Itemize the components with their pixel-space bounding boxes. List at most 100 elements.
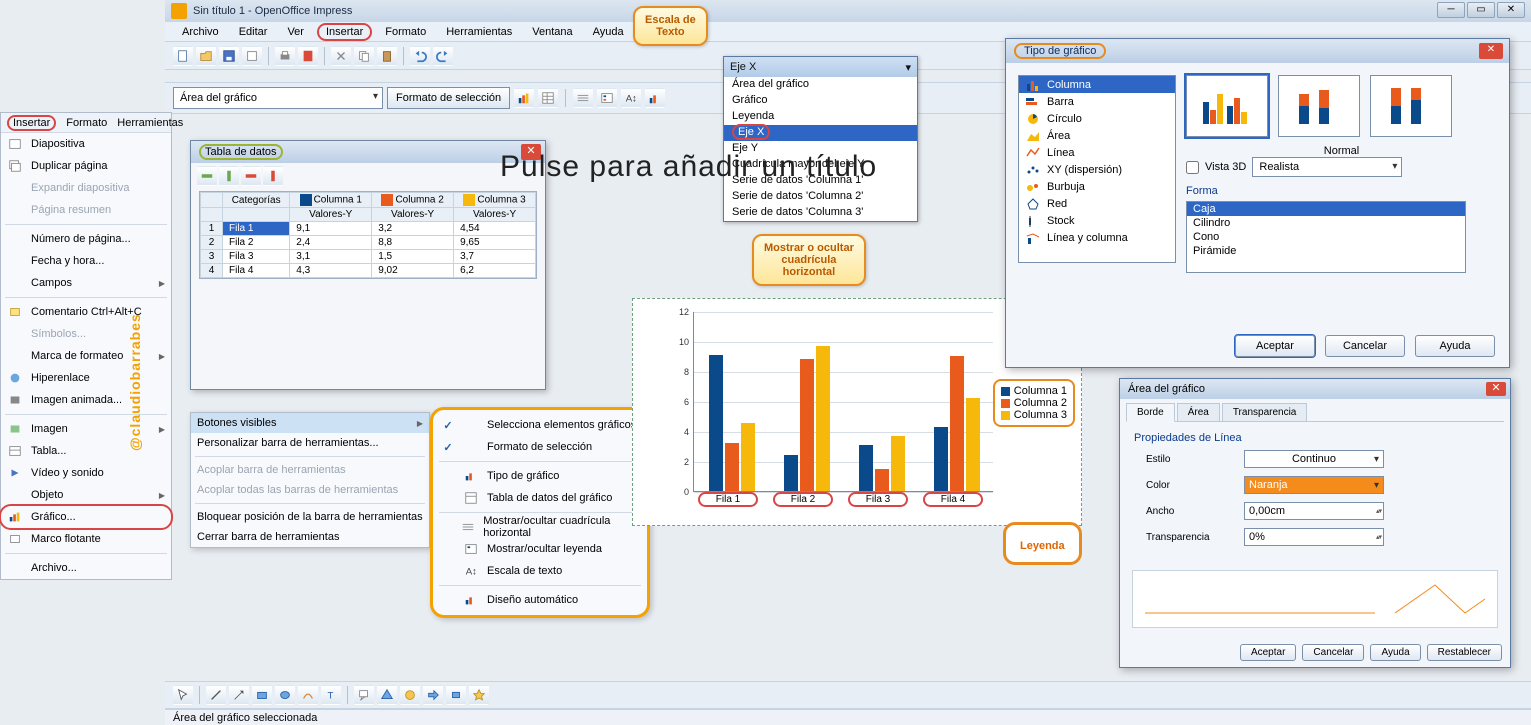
chart-type-icon[interactable] — [514, 88, 534, 108]
open-icon[interactable] — [196, 46, 216, 66]
subtype-normal[interactable] — [1186, 75, 1268, 137]
symbol-shapes-icon[interactable] — [400, 685, 420, 705]
context-menu-item[interactable]: Personalizar barra de herramientas... — [191, 433, 429, 453]
chart-type-item[interactable]: Columna — [1019, 76, 1175, 93]
chart-type-item[interactable]: Área — [1019, 127, 1175, 144]
menu-ventana[interactable]: Ventana — [525, 25, 579, 39]
ayuda-button[interactable]: Ayuda — [1415, 335, 1495, 357]
submenu-item[interactable]: Mostrar/ocultar leyenda — [433, 538, 647, 560]
close-button[interactable]: ✕ — [1497, 2, 1525, 18]
menu-formato[interactable]: Formato — [378, 25, 433, 39]
select-icon[interactable] — [173, 685, 193, 705]
restablecer-button[interactable]: Restablecer — [1427, 644, 1502, 661]
chart-type-list[interactable]: ColumnaBarraCírculoÁreaLíneaXY (dispersi… — [1018, 75, 1176, 263]
rect-icon[interactable] — [252, 685, 272, 705]
aceptar-button[interactable]: Aceptar — [1235, 335, 1315, 357]
chart-legend[interactable]: Columna 1Columna 2Columna 3 — [993, 379, 1075, 427]
close-icon[interactable]: ✕ — [1486, 382, 1506, 396]
insert-tab[interactable]: Insertar — [7, 115, 56, 131]
insert-row-icon[interactable] — [197, 166, 217, 186]
insert-menu-item[interactable]: Fecha y hora... — [1, 250, 171, 272]
insert-menu-item[interactable]: Marca de formateo▶ — [1, 345, 171, 367]
redo-icon[interactable] — [433, 46, 453, 66]
close-icon[interactable]: ✕ — [1479, 43, 1503, 59]
subtype-percent[interactable] — [1370, 75, 1452, 137]
submenu-item[interactable]: Mostrar/ocultar cuadrícula horizontal — [433, 516, 647, 538]
tab-borde[interactable]: Borde — [1126, 403, 1175, 422]
submenu-item[interactable]: Tipo de gráfico — [433, 465, 647, 487]
block-arrows-icon[interactable] — [423, 685, 443, 705]
insert-menu-item[interactable]: Archivo... — [1, 557, 171, 579]
insert-menu-item[interactable]: Hiperenlace — [1, 367, 171, 389]
dropdown-item-selected[interactable]: Eje X — [724, 125, 917, 141]
submenu-item[interactable]: A↕Escala de texto — [433, 560, 647, 582]
insert-menu-item[interactable]: Marco flotante — [1, 528, 171, 550]
insert-col-icon[interactable] — [219, 166, 239, 186]
insert-menu-item[interactable]: Campos▶ — [1, 272, 171, 294]
context-menu-item[interactable]: Cerrar barra de herramientas — [191, 527, 429, 547]
formato-tab[interactable]: Formato — [66, 117, 107, 129]
shape-item[interactable]: Pirámide — [1187, 244, 1465, 258]
chart-type-item[interactable]: Círculo — [1019, 110, 1175, 127]
cut-icon[interactable] — [331, 46, 351, 66]
subtype-stacked[interactable] — [1278, 75, 1360, 137]
text-icon[interactable]: T — [321, 685, 341, 705]
vista-3d-checkbox[interactable] — [1186, 161, 1199, 174]
grid-h-icon[interactable] — [573, 88, 593, 108]
color-combo[interactable]: Naranja — [1244, 476, 1384, 494]
insert-menu-item[interactable]: Imagen▶ — [1, 418, 171, 440]
save-icon[interactable] — [219, 46, 239, 66]
shape-item[interactable]: Caja — [1187, 202, 1465, 216]
ayuda-button[interactable]: Ayuda — [1370, 644, 1420, 661]
print-icon[interactable] — [275, 46, 295, 66]
look-combo[interactable]: Realista — [1252, 157, 1402, 177]
data-grid[interactable]: CategoríasColumna 1Columna 2Columna 3Val… — [199, 191, 537, 279]
cancelar-button[interactable]: Cancelar — [1325, 335, 1405, 357]
minimize-button[interactable]: ─ — [1437, 2, 1465, 18]
shape-item[interactable]: Cono — [1187, 230, 1465, 244]
line-icon[interactable] — [206, 685, 226, 705]
stars-icon[interactable] — [469, 685, 489, 705]
delete-col-icon[interactable] — [263, 166, 283, 186]
dropdown-item[interactable]: Leyenda — [724, 109, 917, 125]
paste-icon[interactable] — [377, 46, 397, 66]
delete-row-icon[interactable] — [241, 166, 261, 186]
tab-transparencia[interactable]: Transparencia — [1222, 403, 1308, 421]
menu-herramientas[interactable]: Herramientas — [439, 25, 519, 39]
menu-ver[interactable]: Ver — [280, 25, 311, 39]
insert-menu-item[interactable]: Duplicar página — [1, 155, 171, 177]
insert-menu-item[interactable]: Comentario Ctrl+Alt+C — [1, 301, 171, 323]
dropdown-head[interactable]: Eje X — [724, 57, 917, 77]
insert-menu-item[interactable]: Diapositiva — [1, 133, 171, 155]
tab-area[interactable]: Área — [1177, 403, 1220, 421]
chart-type-item[interactable]: Burbuja — [1019, 178, 1175, 195]
new-icon[interactable] — [173, 46, 193, 66]
insert-menu-item[interactable]: Gráfico... — [1, 506, 171, 528]
dropdown-item[interactable]: Gráfico — [724, 93, 917, 109]
menu-insertar[interactable]: Insertar — [317, 23, 372, 41]
shape-item[interactable]: Cilindro — [1187, 216, 1465, 230]
insert-menu-item[interactable]: Imagen animada... — [1, 389, 171, 411]
copy-icon[interactable] — [354, 46, 374, 66]
cancelar-button[interactable]: Cancelar — [1302, 644, 1364, 661]
chart-type-item[interactable]: Barra — [1019, 93, 1175, 110]
aceptar-button[interactable]: Aceptar — [1240, 644, 1296, 661]
chart-type-item[interactable]: XY (dispersión) — [1019, 161, 1175, 178]
chart-type-item[interactable]: Stock — [1019, 212, 1175, 229]
callout-icon[interactable] — [354, 685, 374, 705]
arrow-icon[interactable] — [229, 685, 249, 705]
menu-ayuda[interactable]: Ayuda — [586, 25, 631, 39]
pdf-icon[interactable] — [298, 46, 318, 66]
dropdown-item[interactable]: Área del gráfico — [724, 77, 917, 93]
chart-type-item[interactable]: Línea — [1019, 144, 1175, 161]
text-scale-icon[interactable]: A↕ — [621, 88, 641, 108]
ellipse-icon[interactable] — [275, 685, 295, 705]
estilo-combo[interactable]: Continuo — [1244, 450, 1384, 468]
basic-shapes-icon[interactable] — [377, 685, 397, 705]
legend-icon[interactable] — [597, 88, 617, 108]
chart-type-item[interactable]: Red — [1019, 195, 1175, 212]
menu-archivo[interactable]: Archivo — [175, 25, 226, 39]
submenu-item[interactable]: ✓Formato de selección — [433, 436, 647, 458]
format-selection-button[interactable]: Formato de selección — [387, 87, 510, 109]
ancho-spinner[interactable]: 0,00cm — [1244, 502, 1384, 520]
